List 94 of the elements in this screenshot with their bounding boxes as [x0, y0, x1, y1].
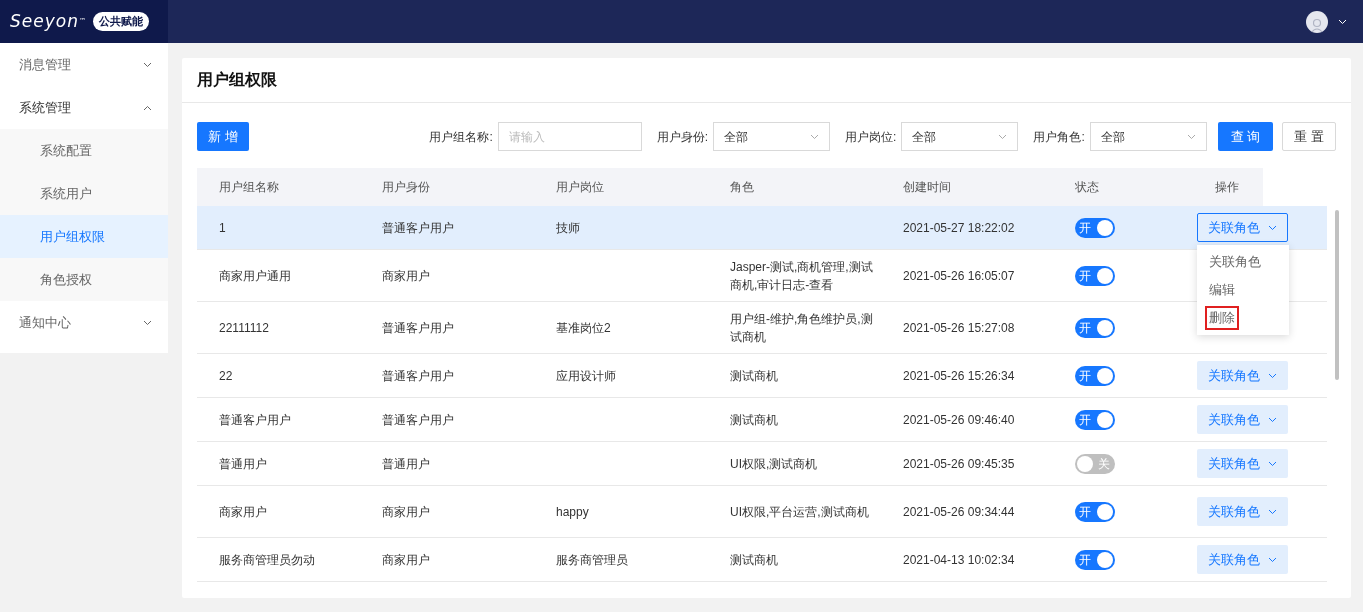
- chevron-down-icon: [1268, 508, 1277, 515]
- column-header: 创建时间: [903, 180, 951, 194]
- table-cell: 普通用户: [382, 456, 430, 471]
- status-switch[interactable]: 开: [1075, 549, 1115, 570]
- chevron-down-icon: [143, 319, 152, 326]
- table-cell: 商家用户: [382, 552, 430, 567]
- chevron-down-icon: [1338, 18, 1347, 25]
- link-role-button[interactable]: 关联角色: [1197, 361, 1288, 390]
- select-field[interactable]: 全部: [901, 122, 1019, 151]
- table-cell: 商家用户: [382, 268, 430, 283]
- filter-label: 用户角色:: [1033, 128, 1085, 146]
- table-cell: 2021-05-26 16:05:07: [903, 268, 1015, 283]
- table-cell: 应用设计师: [556, 368, 616, 383]
- table-cell: UI权限,测试商机: [730, 456, 818, 471]
- chevron-down-icon: [1268, 556, 1277, 563]
- sidebar-item[interactable]: 通知中心: [0, 301, 168, 344]
- user-icon: [1310, 16, 1324, 33]
- reset-button[interactable]: 重 置: [1282, 122, 1336, 151]
- menu-item[interactable]: 关联角色: [1205, 250, 1265, 274]
- column-header: 用户身份: [382, 180, 430, 194]
- chevron-down-icon: [1268, 416, 1277, 423]
- menu-item[interactable]: 删除: [1205, 306, 1239, 330]
- table-cell: 测试商机: [730, 412, 778, 427]
- link-role-button[interactable]: 关联角色: [1197, 449, 1288, 478]
- add-button[interactable]: 新 增: [197, 122, 249, 151]
- select-field[interactable]: 全部: [713, 122, 831, 151]
- status-switch[interactable]: 开: [1075, 409, 1115, 430]
- status-switch[interactable]: 开: [1075, 265, 1115, 286]
- query-button[interactable]: 查 询: [1217, 122, 1274, 151]
- table-cell: 商家用户: [219, 504, 267, 519]
- chevron-down-icon: [998, 133, 1008, 140]
- table-cell: 2021-05-26 09:45:35: [903, 456, 1015, 471]
- chevron-down-icon: [1268, 224, 1277, 231]
- table-cell: Jasper-测试,商机管理,测试商机,审计日志-查看: [730, 259, 873, 292]
- sidebar-item[interactable]: 系统管理: [0, 86, 168, 129]
- logo: Seeyon$^{™}$: [10, 9, 87, 33]
- column-header: 用户组名称: [219, 180, 279, 194]
- column-header: 操作: [1215, 180, 1239, 194]
- avatar[interactable]: [1306, 10, 1328, 33]
- table-cell: 普通客户用户: [382, 220, 454, 235]
- link-role-button[interactable]: 关联角色: [1197, 213, 1288, 242]
- table-cell: 测试商机: [730, 552, 778, 567]
- sidebar-subitem[interactable]: 系统配置: [0, 129, 168, 172]
- select-field[interactable]: 全部: [1089, 122, 1207, 151]
- chevron-down-icon: [1268, 372, 1277, 379]
- filter-label: 用户身份:: [656, 128, 709, 146]
- table-cell: 服务商管理员: [556, 552, 628, 567]
- sidebar-subitem[interactable]: 角色授权: [0, 258, 168, 301]
- table-cell: 基准岗位2: [556, 320, 611, 335]
- chevron-down-icon: [810, 133, 820, 140]
- column-header: 用户岗位: [556, 180, 604, 194]
- status-switch[interactable]: 开: [1075, 217, 1115, 238]
- link-role-button[interactable]: 关联角色: [1197, 497, 1288, 526]
- table-cell: 2021-04-13 10:02:34: [903, 552, 1015, 567]
- input-field[interactable]: 请输入: [497, 122, 642, 151]
- status-switch[interactable]: 开: [1075, 317, 1115, 338]
- menu-item[interactable]: 编辑: [1205, 278, 1239, 302]
- table-cell: 2021-05-26 09:46:40: [903, 412, 1015, 427]
- sidebar-subitem[interactable]: 用户组权限: [0, 215, 168, 258]
- table-cell: 服务商管理员勿动: [219, 552, 315, 567]
- table-cell: 22: [219, 368, 233, 383]
- chevron-up-icon: [143, 104, 152, 111]
- table-cell: 商家用户通用: [219, 268, 291, 283]
- status-switch[interactable]: 开: [1075, 501, 1115, 522]
- table-cell: 2021-05-27 18:22:02: [903, 220, 1015, 235]
- status-switch[interactable]: 开: [1075, 365, 1115, 386]
- table-cell: 1: [219, 220, 226, 235]
- table-cell: 测试商机: [730, 368, 778, 383]
- table-cell: 普通客户用户: [382, 320, 454, 335]
- table-cell: 2021-05-26 09:34:44: [903, 504, 1015, 519]
- chevron-down-icon: [1186, 133, 1196, 140]
- table-cell: 2021-05-26 15:27:08: [903, 320, 1015, 335]
- table-cell: UI权限,平台运营,测试商机: [730, 504, 869, 519]
- table-cell: 22111112: [219, 320, 269, 335]
- filter-label: 用户组名称:: [429, 128, 493, 146]
- sidebar-subitem[interactable]: 系统用户: [0, 172, 168, 215]
- table-cell: 普通客户用户: [219, 412, 291, 427]
- table-cell: 普通用户: [219, 456, 267, 471]
- table-cell: 普通客户用户: [382, 412, 454, 427]
- column-header: 角色: [730, 180, 754, 194]
- page-title: 用户组权限: [197, 70, 277, 90]
- sidebar-item[interactable]: 消息管理: [0, 43, 168, 86]
- filter-label: 用户岗位:: [845, 128, 897, 146]
- badge: 公共赋能: [92, 12, 149, 31]
- link-role-button[interactable]: 关联角色: [1197, 405, 1288, 434]
- link-role-button[interactable]: 关联角色: [1197, 545, 1288, 574]
- chevron-down-icon: [143, 61, 152, 68]
- table-cell: 商家用户: [382, 504, 430, 519]
- table-cell: 2021-05-26 15:26:34: [903, 368, 1015, 383]
- table-cell: 普通客户用户: [382, 368, 454, 383]
- table-cell: 技师: [556, 220, 580, 235]
- table-cell: happy: [556, 504, 589, 519]
- chevron-down-icon: [1268, 460, 1277, 467]
- column-header: 状态: [1075, 180, 1099, 194]
